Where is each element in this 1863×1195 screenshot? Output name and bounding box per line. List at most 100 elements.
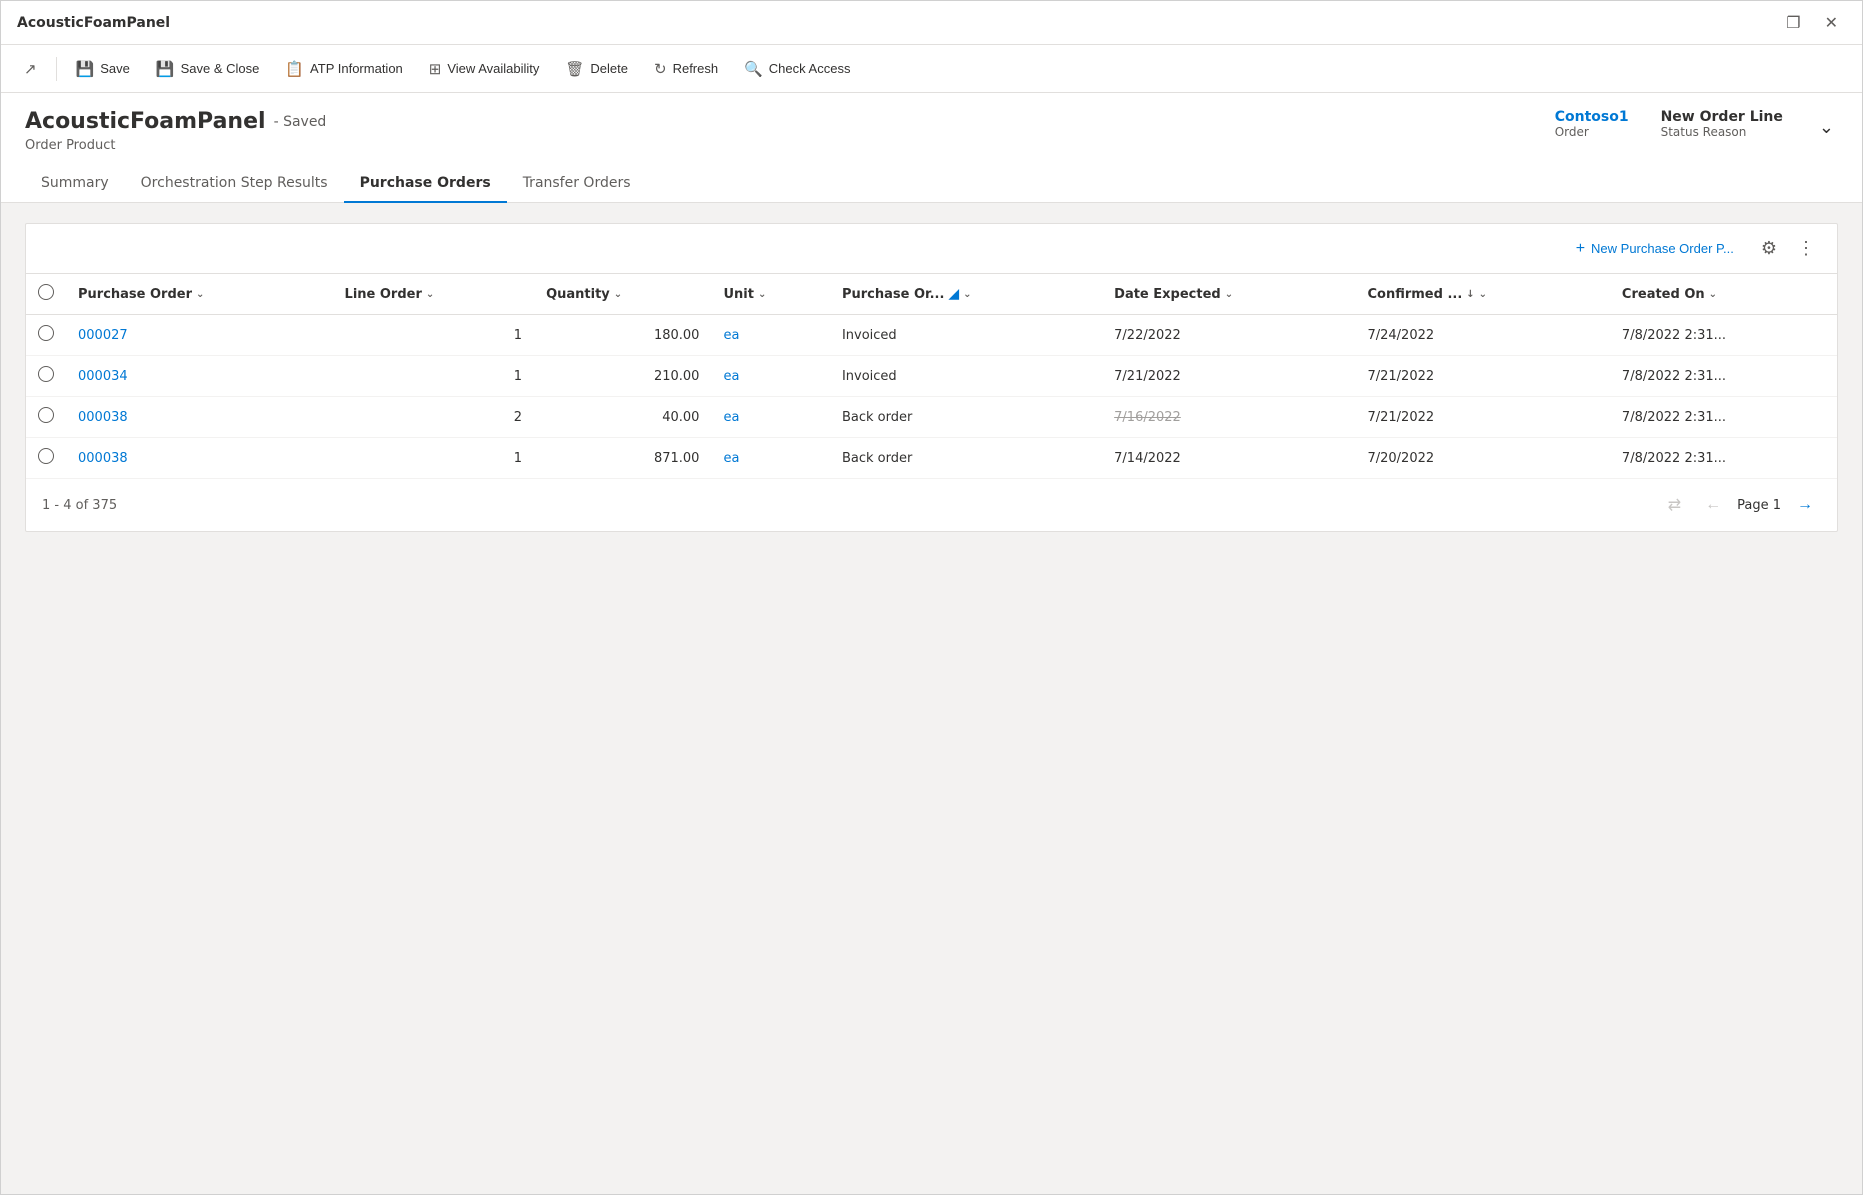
toolbar: ↗ 💾 Save 💾 Save & Close 📋 ATP Informatio… bbox=[1, 45, 1862, 93]
cell-unit[interactable]: ea bbox=[711, 315, 830, 356]
cell-quantity: 40.00 bbox=[534, 397, 711, 438]
atp-icon: 📋 bbox=[285, 60, 304, 78]
main-content: + New Purchase Order P... ⚙ ⋮ Purchase bbox=[1, 203, 1862, 1194]
save-icon: 💾 bbox=[76, 60, 95, 78]
tabs-bar: Summary Orchestration Step Results Purch… bbox=[1, 165, 1862, 203]
next-page-button[interactable]: → bbox=[1789, 492, 1821, 518]
grid-container: + New Purchase Order P... ⚙ ⋮ Purchase bbox=[25, 223, 1838, 532]
record-header: AcousticFoamPanel - Saved Order Product … bbox=[1, 93, 1862, 153]
check-access-icon: 🔍 bbox=[744, 60, 763, 78]
restore-button[interactable]: ❐ bbox=[1778, 9, 1808, 37]
cell-unit[interactable]: ea bbox=[711, 438, 830, 479]
cell-status: Back order bbox=[830, 397, 1102, 438]
sort-purchase-order-icon: ⌄ bbox=[196, 289, 204, 300]
pagination-controls: ⇄ ← Page 1 → bbox=[1660, 491, 1821, 519]
cell-purchase-order[interactable]: 000027 bbox=[66, 315, 333, 356]
col-header-created-on[interactable]: Created On ⌄ bbox=[1610, 274, 1837, 315]
sort-unit-icon: ⌄ bbox=[758, 289, 766, 300]
cell-purchase-order[interactable]: 000034 bbox=[66, 356, 333, 397]
col-header-purchase-order[interactable]: Purchase Order ⌄ bbox=[66, 274, 333, 315]
delete-button[interactable]: 🗑 Delete bbox=[554, 53, 639, 85]
tab-summary[interactable]: Summary bbox=[25, 165, 125, 203]
cell-line-order: 1 bbox=[333, 315, 535, 356]
cell-date-expected: 7/16/2022 bbox=[1102, 397, 1355, 438]
refresh-button[interactable]: ↻ Refresh bbox=[643, 53, 729, 85]
expand-chevron-button[interactable]: ⌄ bbox=[1815, 113, 1838, 142]
grid-settings-button[interactable]: ⚙ bbox=[1755, 232, 1783, 265]
save-button[interactable]: 💾 Save bbox=[65, 53, 141, 85]
save-close-button[interactable]: 💾 Save & Close bbox=[145, 53, 270, 85]
cell-purchase-order[interactable]: 000038 bbox=[66, 438, 333, 479]
pagination-range: 1 - 4 of 375 bbox=[42, 498, 117, 513]
check-access-button[interactable]: 🔍 Check Access bbox=[733, 53, 861, 85]
cell-quantity: 871.00 bbox=[534, 438, 711, 479]
col-header-confirmed[interactable]: Confirmed ... ↓ ⌄ bbox=[1355, 274, 1609, 315]
record-subtitle: Order Product bbox=[25, 138, 326, 153]
col-header-line-order[interactable]: Line Order ⌄ bbox=[333, 274, 535, 315]
col-header-purchase-or-status[interactable]: Purchase Or... ◢ ⌄ bbox=[830, 274, 1102, 315]
cell-line-order: 1 bbox=[333, 438, 535, 479]
filter-purchase-or-icon: ◢ bbox=[948, 286, 959, 302]
new-purchase-order-button[interactable]: + New Purchase Order P... bbox=[1563, 233, 1747, 265]
sort-created-on-icon: ⌄ bbox=[1709, 289, 1717, 300]
row-checkbox[interactable] bbox=[38, 407, 54, 423]
col-header-date-expected[interactable]: Date Expected ⌄ bbox=[1102, 274, 1355, 315]
cell-date-expected: 7/14/2022 bbox=[1102, 438, 1355, 479]
row-checkbox-cell bbox=[26, 356, 66, 397]
cell-date-expected: 7/21/2022 bbox=[1102, 356, 1355, 397]
first-page-button[interactable]: ⇄ bbox=[1660, 491, 1689, 519]
cell-created-on: 7/8/2022 2:31... bbox=[1610, 438, 1837, 479]
tab-purchase-orders[interactable]: Purchase Orders bbox=[344, 165, 507, 203]
cell-purchase-order[interactable]: 000038 bbox=[66, 397, 333, 438]
order-label: Order bbox=[1555, 125, 1589, 139]
refresh-icon: ↻ bbox=[654, 60, 667, 78]
saved-label: - Saved bbox=[274, 114, 327, 130]
header-checkbox[interactable] bbox=[38, 284, 54, 300]
plus-icon: + bbox=[1576, 240, 1585, 258]
save-close-icon: 💾 bbox=[156, 60, 175, 78]
table-row: 0000341210.00eaInvoiced7/21/20227/21/202… bbox=[26, 356, 1837, 397]
cell-unit[interactable]: ea bbox=[711, 356, 830, 397]
col-header-quantity[interactable]: Quantity ⌄ bbox=[534, 274, 711, 315]
delete-icon: 🗑 bbox=[565, 60, 584, 78]
cell-created-on: 7/8/2022 2:31... bbox=[1610, 397, 1837, 438]
atp-information-button[interactable]: 📋 ATP Information bbox=[274, 53, 413, 85]
cell-quantity: 210.00 bbox=[534, 356, 711, 397]
status-reason-meta: New Order Line Status Reason bbox=[1661, 109, 1783, 139]
row-checkbox[interactable] bbox=[38, 366, 54, 382]
view-avail-icon: ⊞ bbox=[429, 60, 442, 78]
sort-purchase-or-icon: ⌄ bbox=[963, 289, 971, 300]
cell-status: Invoiced bbox=[830, 315, 1102, 356]
cell-date-expected: 7/22/2022 bbox=[1102, 315, 1355, 356]
col-header-unit[interactable]: Unit ⌄ bbox=[711, 274, 830, 315]
close-button[interactable]: ✕ bbox=[1817, 9, 1846, 37]
cell-confirmed: 7/24/2022 bbox=[1355, 315, 1609, 356]
view-availability-button[interactable]: ⊞ View Availability bbox=[418, 53, 551, 85]
grid-more-options-button[interactable]: ⋮ bbox=[1791, 232, 1821, 265]
page-label: Page 1 bbox=[1737, 498, 1781, 513]
grid-footer: 1 - 4 of 375 ⇄ ← Page 1 → bbox=[26, 479, 1837, 531]
order-meta: Contoso1 Order bbox=[1555, 109, 1629, 139]
cell-confirmed: 7/20/2022 bbox=[1355, 438, 1609, 479]
expand-icon: ↗ bbox=[24, 60, 37, 78]
sort-line-order-icon: ⌄ bbox=[426, 289, 434, 300]
tab-orchestration[interactable]: Orchestration Step Results bbox=[125, 165, 344, 203]
table-row: 000038240.00eaBack order7/16/20227/21/20… bbox=[26, 397, 1837, 438]
status-reason-label: Status Reason bbox=[1661, 125, 1747, 139]
table-row: 0000381871.00eaBack order7/14/20227/20/2… bbox=[26, 438, 1837, 479]
order-value[interactable]: Contoso1 bbox=[1555, 109, 1629, 125]
prev-page-button[interactable]: ← bbox=[1697, 492, 1729, 518]
row-checkbox[interactable] bbox=[38, 448, 54, 464]
toolbar-separator-1 bbox=[56, 57, 57, 81]
cell-unit[interactable]: ea bbox=[711, 397, 830, 438]
status-reason-value: New Order Line bbox=[1661, 109, 1783, 125]
expand-button[interactable]: ↗ bbox=[13, 53, 48, 85]
sort-date-expected-icon: ⌄ bbox=[1225, 289, 1233, 300]
cell-status: Back order bbox=[830, 438, 1102, 479]
cell-created-on: 7/8/2022 2:31... bbox=[1610, 356, 1837, 397]
tab-transfer-orders[interactable]: Transfer Orders bbox=[507, 165, 647, 203]
window-title: AcousticFoamPanel bbox=[17, 15, 170, 31]
row-checkbox-cell bbox=[26, 315, 66, 356]
sort-quantity-icon: ⌄ bbox=[614, 289, 622, 300]
row-checkbox[interactable] bbox=[38, 325, 54, 341]
